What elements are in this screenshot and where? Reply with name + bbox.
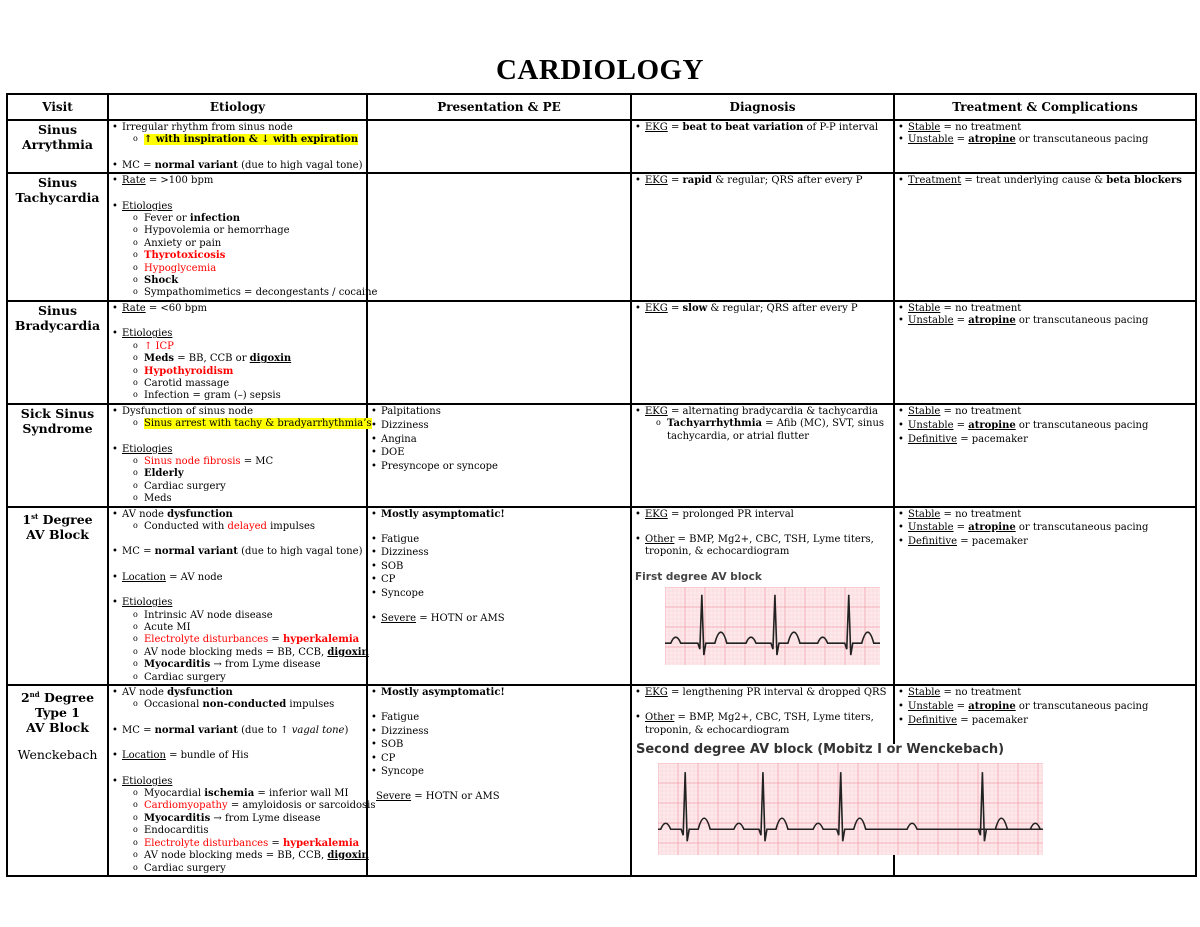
- table-row: SinusTachycardia Rate = >100 bpm Etiolog…: [6, 172, 1197, 302]
- ekg-image-caption: Second degree AV block (Mobitz I or Wenc…: [636, 742, 1005, 758]
- presentation-cell: [366, 118, 632, 175]
- visit-cell: 1st Degree AV Block: [6, 505, 109, 687]
- treatment-cell: Stable = no treatment Unstable = atropin…: [893, 118, 1197, 175]
- visit-cell: 2nd Degree Type 1 AV Block Wenckebach: [6, 684, 109, 877]
- header-row: Visit Etiology Presentation & PE Diagnos…: [6, 93, 1197, 121]
- table-row: 1st DegreeAV Block AV node dysfunction C…: [6, 505, 1197, 687]
- visit-cell: Sinus Tachycardia: [6, 172, 109, 302]
- presentation-cell: Mostly asymptomatic! Fatigue Dizziness S…: [366, 505, 632, 687]
- cardiology-table: Visit Etiology Presentation & PE Diagnos…: [6, 93, 1197, 877]
- table-row: SinusBradycardia Rate = <60 bpm Etiologi…: [6, 299, 1197, 405]
- visit-cell: Sinus Arrythmia: [6, 118, 109, 175]
- table-row: Sick SinusSyndrome Dysfunction of sinus …: [6, 402, 1197, 508]
- presentation-cell: Mostly asymptomatic! Fatigue Dizziness S…: [366, 684, 632, 877]
- treatment-cell: Treatment = treat underlying cause & bet…: [893, 172, 1197, 302]
- ekg-strip-wenckebach: [658, 763, 1043, 856]
- treatment-cell: Stable = no treatment Unstable = atropin…: [893, 402, 1197, 508]
- ekg-image-caption: First degree AV block: [635, 570, 762, 583]
- diagnosis-cell: EKG = slow & regular; QRS after every P: [630, 299, 895, 405]
- ekg-strip-first-degree: [665, 587, 880, 666]
- presentation-cell: [366, 299, 632, 405]
- etiology-cell: AV node dysfunction Conducted with delay…: [107, 505, 369, 687]
- page-title: CARDIOLOGY: [495, 54, 704, 86]
- header-treatment: Treatment & Complications: [893, 93, 1197, 121]
- etiology-cell: Dysfunction of sinus node Sinus arrest w…: [107, 402, 372, 508]
- etiology-cell: Rate = <60 bpm Etiologies ↑ ICP Meds = B…: [107, 299, 368, 405]
- diagnosis-cell: EKG = prolonged PR interval Other = BMP,…: [630, 505, 895, 687]
- header-etiology: Etiology: [107, 93, 368, 121]
- presentation-cell: [366, 172, 632, 302]
- header-diagnosis: Diagnosis: [630, 93, 895, 121]
- ekg-grid-background: [658, 763, 1043, 856]
- etiology-cell: AV node dysfunction Occasional non-condu…: [107, 684, 376, 877]
- header-visit: Visit: [6, 93, 109, 121]
- diagnosis-cell: EKG = alternating bradycardia & tachycar…: [630, 402, 895, 508]
- diagnosis-cell: EKG = rapid & regular; QRS after every P: [630, 172, 895, 302]
- visit-cell: Sinus Bradycardia: [6, 299, 109, 405]
- etiology-cell: Irregular rhythm from sinus node ↑ with …: [107, 118, 368, 175]
- header-presentation: Presentation & PE: [366, 93, 632, 121]
- table-row: 2nd DegreeType 1AV Block Wenckebach AV n…: [6, 684, 1197, 877]
- presentation-cell: Palpitations Dizziness Angina DOE Presyn…: [366, 402, 632, 508]
- etiology-cell: Rate = >100 bpm Etiologies Fever or infe…: [107, 172, 377, 302]
- diagnosis-cell: EKG = beat to beat variation of P-P inte…: [630, 118, 895, 175]
- treatment-cell: Stable = no treatment Unstable = atropin…: [893, 505, 1197, 687]
- diagnosis-cell: EKG = lengthening PR interval & dropped …: [630, 684, 1076, 877]
- treatment-cell: Stable = no treatment Unstable = atropin…: [893, 299, 1197, 405]
- table-row: SinusArrythmia Irregular rhythm from sin…: [6, 118, 1197, 175]
- visit-cell: Sick Sinus Syndrome: [6, 402, 109, 508]
